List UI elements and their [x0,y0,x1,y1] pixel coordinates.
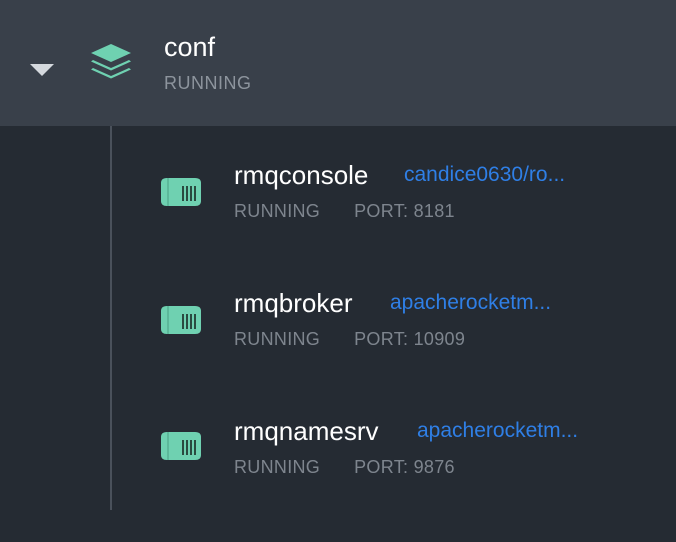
container-meta: RUNNING PORT: 9876 [234,456,455,478]
group-name: conf [164,32,216,62]
container-port: PORT: 9876 [354,457,455,477]
container-port: PORT: 8181 [354,201,455,221]
container-row-rmqbroker[interactable]: rmqbroker apacherocketm... RUNNING PORT: … [112,254,676,382]
group-header-conf[interactable]: conf RUNNING [0,0,676,126]
container-list-panel: conf RUNNING rmqconsole candice0630/ro..… [0,0,676,542]
container-image-link[interactable]: apacherocketm... [390,288,551,318]
container-status: RUNNING [234,457,321,477]
container-port: PORT: 10909 [354,329,466,349]
container-icon [161,178,201,206]
stack-layers-icon [91,44,131,79]
container-meta: RUNNING PORT: 10909 [234,328,465,350]
container-name: rmqnamesrv [234,416,379,446]
group-status: RUNNING [164,73,252,93]
container-meta: RUNNING PORT: 8181 [234,200,455,222]
container-name: rmqbroker [234,288,353,318]
container-icon [161,306,201,334]
container-name: rmqconsole [234,160,369,190]
chevron-down-icon[interactable] [30,64,54,76]
container-status: RUNNING [234,329,321,349]
container-row-rmqnamesrv[interactable]: rmqnamesrv apacherocketm... RUNNING PORT:… [112,382,676,510]
container-image-link[interactable]: apacherocketm... [417,416,578,446]
container-image-link[interactable]: candice0630/ro... [404,160,565,190]
container-status: RUNNING [234,201,321,221]
container-row-rmqconsole[interactable]: rmqconsole candice0630/ro... RUNNING PORT… [112,126,676,254]
container-icon [161,432,201,460]
